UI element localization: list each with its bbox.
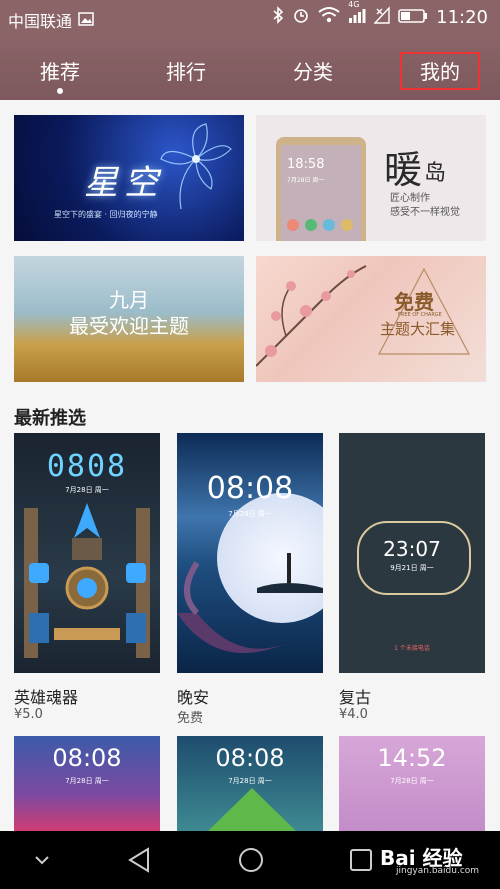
goodnight-clock: 08:08 bbox=[206, 471, 294, 506]
theme-price-hero: ¥5.0 bbox=[14, 707, 43, 722]
wifi-icon bbox=[318, 6, 340, 29]
baidu-watermark-url: jingyan.baidu.com bbox=[396, 866, 480, 876]
theme-name-goodnight: 晚安 bbox=[177, 688, 210, 707]
crescent-boat-illustration bbox=[177, 553, 323, 653]
retro-date: 9月21日 周一 bbox=[390, 564, 434, 572]
theme-card-pink-clock: 14:52 bbox=[377, 744, 447, 772]
banner-warm-island[interactable]: 18:58 7月28日 周一 暖 岛 匠心制作 感受不一样视觉 bbox=[256, 115, 486, 241]
phone-date: 7月28日 周一 bbox=[287, 177, 325, 184]
banner-starry-sky[interactable]: 星空 星空下的盛宴 · 回归夜的宁静 bbox=[14, 115, 244, 241]
home-circle-icon[interactable] bbox=[236, 845, 266, 879]
theme-price-goodnight: 免费 bbox=[177, 711, 204, 726]
theme-card-pixar-date: 7月28日 周一 bbox=[65, 777, 109, 785]
banner-free-subtitle: 主题大汇集 bbox=[380, 320, 456, 338]
theme-card-pink[interactable]: 14:52 7月28日 周一 bbox=[339, 736, 485, 832]
selected-tab-indicator bbox=[57, 88, 63, 94]
banner-september[interactable]: 九月 最受欢迎主题 bbox=[14, 256, 244, 382]
chevron-down-icon[interactable] bbox=[32, 845, 52, 879]
phone-mockup: 18:58 7月28日 周一 bbox=[276, 137, 366, 241]
tab-category[interactable]: 分类 bbox=[293, 56, 333, 85]
hero-clock: 0808 bbox=[46, 449, 128, 484]
section-title-latest: 最新推选 bbox=[14, 408, 86, 429]
theme-name-retro: 复古 bbox=[339, 688, 372, 707]
banner-free-themes[interactable]: 免费 FREE OF CHARGE 主题大汇集 bbox=[256, 256, 486, 382]
theme-card-goodnight[interactable]: 08:08 7月28日 周一 bbox=[177, 433, 323, 673]
theme-card-pixar[interactable]: 08:08 7月28日 周一 bbox=[14, 736, 160, 832]
tab-ranking[interactable]: 排行 bbox=[166, 56, 206, 85]
phone-time: 18:58 bbox=[287, 157, 325, 172]
theme-card-hero[interactable]: 0808 7月28日 周一 bbox=[14, 433, 160, 673]
back-triangle-icon[interactable] bbox=[126, 845, 154, 879]
clock: 11:20 bbox=[436, 7, 488, 28]
no-signal-icon bbox=[373, 6, 390, 29]
theme-card-circus-date: 7月28日 周一 bbox=[228, 777, 272, 785]
bluetooth-icon bbox=[272, 6, 284, 29]
theme-card-pixar-clock: 08:08 bbox=[52, 744, 122, 772]
banner-september-line1: 九月 bbox=[109, 288, 149, 312]
theme-card-retro[interactable]: 23:07 9月21日 周一 1 个未接电话 bbox=[339, 433, 485, 673]
signal-4g-icon: 4G bbox=[348, 0, 366, 29]
network-type: 4G bbox=[348, 0, 360, 9]
banner-warm-small-char: 岛 bbox=[424, 161, 447, 186]
blossom-branch-illustration bbox=[256, 265, 367, 367]
theme-card-pink-date: 7月28日 周一 bbox=[390, 777, 434, 785]
banner-warm-line2: 感受不一样视觉 bbox=[390, 207, 460, 218]
tab-recommended[interactable]: 推荐 bbox=[40, 56, 80, 85]
recents-square-icon[interactable] bbox=[348, 845, 374, 879]
status-bar: 中国联通 4G 11:20 bbox=[0, 0, 500, 36]
retro-clock: 23:07 bbox=[383, 537, 441, 561]
banner-september-line2: 最受欢迎主题 bbox=[69, 314, 189, 338]
banner-free-title: 免费 bbox=[394, 290, 434, 314]
theme-card-circus[interactable]: 08:08 7月28日 周一 bbox=[177, 736, 323, 832]
tent-illustration bbox=[207, 788, 297, 832]
carrier-label: 中国联通 bbox=[8, 12, 73, 31]
banner-starry-subtitle: 星空下的盛宴 · 回归夜的宁静 bbox=[54, 210, 158, 219]
alarm-icon bbox=[292, 6, 310, 29]
banner-warm-line1: 匠心制作 bbox=[390, 193, 430, 204]
theme-price-retro: ¥4.0 bbox=[339, 707, 368, 722]
banner-starry-title: 星空 bbox=[84, 163, 164, 203]
retro-missed-call-note: 1 个未接电话 bbox=[394, 645, 430, 652]
battery-icon bbox=[398, 7, 428, 28]
steampunk-illustration bbox=[24, 503, 150, 658]
theme-name-hero: 英雄魂器 bbox=[14, 688, 79, 707]
goodnight-date: 7月28日 周一 bbox=[228, 510, 272, 518]
tab-mine-highlight-box bbox=[400, 52, 480, 90]
theme-card-circus-clock: 08:08 bbox=[215, 744, 285, 772]
image-icon bbox=[78, 11, 96, 29]
banner-warm-big-char: 暖 bbox=[384, 148, 423, 192]
